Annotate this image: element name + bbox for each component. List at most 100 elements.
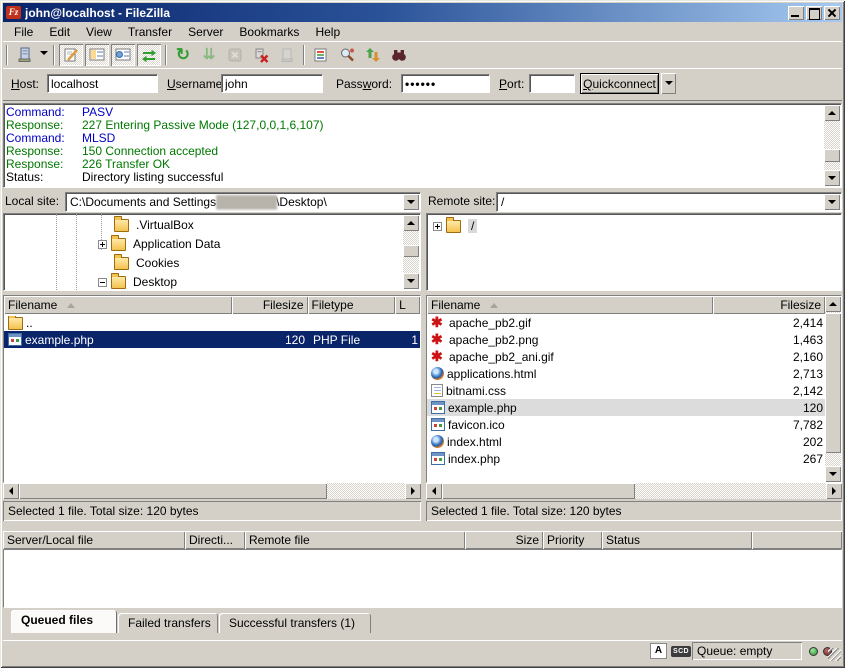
- close-button[interactable]: [824, 6, 840, 20]
- status-bar: A SCD Queue: empty: [3, 640, 842, 662]
- menu-file[interactable]: File: [6, 23, 41, 41]
- file-row[interactable]: bitnami.css2,142: [427, 382, 825, 399]
- column-header[interactable]: Filetype: [308, 296, 396, 314]
- local-site-dropdown-icon[interactable]: [403, 194, 419, 210]
- scroll-left-icon[interactable]: [3, 483, 19, 499]
- file-row[interactable]: applications.html2,713: [427, 365, 825, 382]
- column-header[interactable]: Status: [602, 531, 752, 549]
- remote-site-dropdown-icon[interactable]: [824, 194, 840, 210]
- tree-item[interactable]: .VirtualBox: [114, 216, 194, 234]
- scroll-thumb[interactable]: [824, 149, 840, 162]
- menu-edit[interactable]: Edit: [41, 23, 78, 41]
- file-row-selected[interactable]: example.php 120 PHP File 1: [4, 331, 420, 348]
- file-row[interactable]: apache_pb2.png1,463: [427, 331, 825, 348]
- local-tree-scrollbar[interactable]: [403, 215, 419, 289]
- scroll-right-icon[interactable]: [826, 483, 842, 499]
- site-manager-dropdown-icon[interactable]: [37, 44, 50, 66]
- column-header[interactable]: Directi...: [185, 531, 245, 549]
- resize-grip[interactable]: [828, 648, 841, 661]
- compare-icon[interactable]: [335, 44, 359, 66]
- expand-icon[interactable]: [98, 240, 107, 249]
- column-header[interactable]: Filename: [4, 296, 232, 314]
- maximize-button[interactable]: [806, 6, 822, 20]
- find-files-icon[interactable]: [387, 44, 411, 66]
- disconnect-icon[interactable]: [249, 44, 273, 66]
- expand-icon[interactable]: [433, 222, 442, 231]
- scroll-up-icon[interactable]: [824, 105, 840, 121]
- reconnect-icon[interactable]: [275, 44, 299, 66]
- tree-item[interactable]: Desktop: [98, 273, 177, 291]
- menu-view[interactable]: View: [78, 23, 120, 41]
- local-selection-status: Selected 1 file. Total size: 120 bytes: [3, 501, 421, 521]
- menu-server[interactable]: Server: [180, 23, 231, 41]
- column-header[interactable]: Filesize: [232, 296, 308, 314]
- quickconnect-dropdown-icon[interactable]: [661, 73, 676, 94]
- remote-list-scrollbar[interactable]: [825, 296, 841, 482]
- quickconnect-button[interactable]: Quickconnect: [580, 73, 659, 94]
- local-site-row: Local site: C:\Documents and Settings███…: [3, 192, 421, 212]
- tab-successful-transfers[interactable]: Successful transfers (1): [219, 613, 371, 633]
- scroll-thumb[interactable]: [19, 483, 327, 499]
- username-input[interactable]: [221, 74, 323, 93]
- scroll-thumb[interactable]: [442, 483, 635, 499]
- toggle-message-log-icon[interactable]: [59, 44, 83, 66]
- file-row[interactable]: ..: [4, 314, 420, 331]
- column-header[interactable]: Filename: [427, 296, 713, 314]
- column-header[interactable]: Server/Local file: [3, 531, 185, 549]
- file-row[interactable]: apache_pb2.gif2,414: [427, 314, 825, 331]
- tree-item[interactable]: Application Data: [98, 235, 220, 253]
- column-header[interactable]: Remote file: [245, 531, 465, 549]
- tree-item[interactable]: Cookies: [114, 254, 179, 272]
- port-input[interactable]: [529, 74, 575, 93]
- menu-bookmarks[interactable]: Bookmarks: [231, 23, 307, 41]
- site-manager-icon[interactable]: [12, 44, 36, 66]
- local-tree: .VirtualBox Application Data Cookies Des…: [3, 213, 421, 291]
- css-file-icon: [431, 384, 443, 397]
- file-row[interactable]: index.php267: [427, 450, 825, 467]
- password-input[interactable]: [401, 74, 490, 93]
- scroll-right-icon[interactable]: [405, 483, 421, 499]
- tab-failed-transfers[interactable]: Failed transfers: [118, 613, 218, 633]
- minimize-button[interactable]: [788, 6, 804, 20]
- tree-item[interactable]: /: [433, 217, 477, 235]
- cancel-icon[interactable]: [223, 44, 247, 66]
- menu-help[interactable]: Help: [307, 23, 348, 41]
- sync-browsing-icon[interactable]: [361, 44, 385, 66]
- queue-tabs: Queued files Failed transfers Successful…: [3, 610, 842, 633]
- collapse-icon[interactable]: [98, 278, 107, 287]
- local-site-combo[interactable]: C:\Documents and Settings████████\Deskto…: [65, 192, 421, 212]
- filter-icon[interactable]: [309, 44, 333, 66]
- toggle-queue-icon[interactable]: [137, 44, 161, 66]
- remote-file-list: Filename Filesize apache_pb2.gif2,414 ap…: [426, 295, 842, 483]
- scroll-up-icon[interactable]: [825, 296, 841, 312]
- remote-list-hscrollbar[interactable]: [426, 483, 842, 499]
- toggle-local-tree-icon[interactable]: [85, 44, 109, 66]
- menu-transfer[interactable]: Transfer: [120, 23, 180, 41]
- column-header[interactable]: Filesize: [713, 296, 825, 314]
- scroll-down-icon[interactable]: [403, 273, 419, 289]
- window-title: john@localhost - FileZilla: [25, 6, 786, 20]
- file-row[interactable]: favicon.ico7,782: [427, 416, 825, 433]
- file-row[interactable]: index.html202: [427, 433, 825, 450]
- column-header[interactable]: L: [395, 296, 420, 314]
- log-scrollbar[interactable]: [824, 105, 840, 186]
- column-header[interactable]: Size: [465, 531, 543, 549]
- tab-queued-files[interactable]: Queued files: [11, 610, 117, 633]
- refresh-icon[interactable]: ↻: [171, 44, 195, 66]
- local-list-hscrollbar[interactable]: [3, 483, 421, 499]
- scroll-thumb[interactable]: [825, 313, 841, 453]
- process-queue-icon[interactable]: ⇊: [197, 44, 221, 66]
- remote-site-combo[interactable]: /: [496, 192, 842, 212]
- column-header[interactable]: Priority: [543, 531, 602, 549]
- toggle-remote-tree-icon[interactable]: [111, 44, 135, 66]
- host-input[interactable]: [47, 74, 158, 93]
- scroll-thumb[interactable]: [403, 245, 419, 257]
- scroll-down-icon[interactable]: [824, 170, 840, 186]
- scroll-up-icon[interactable]: [403, 215, 419, 231]
- html-file-icon: [431, 435, 444, 448]
- scroll-left-icon[interactable]: [426, 483, 442, 499]
- file-row[interactable]: apache_pb2_ani.gif2,160: [427, 348, 825, 365]
- scroll-down-icon[interactable]: [825, 466, 841, 482]
- speed-limits-icon: SCD: [671, 646, 691, 657]
- file-row-selected[interactable]: example.php120: [427, 399, 825, 416]
